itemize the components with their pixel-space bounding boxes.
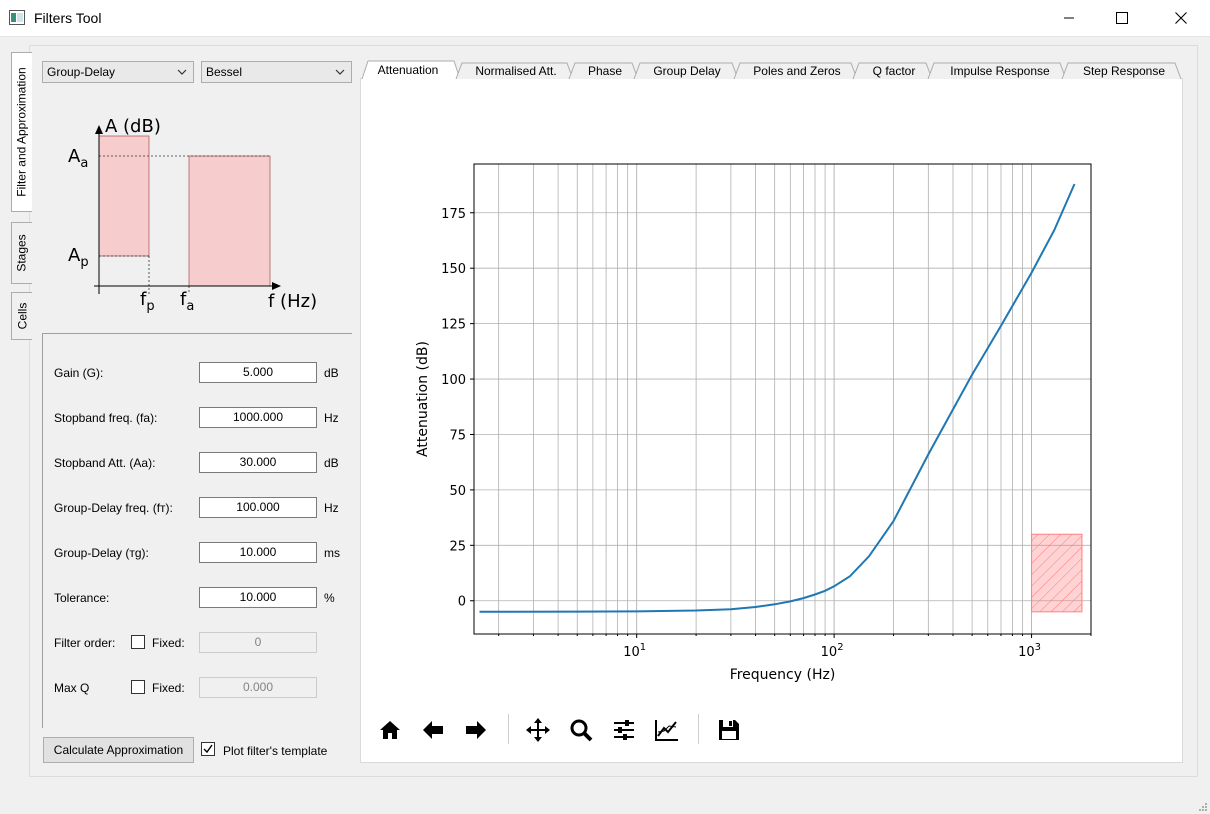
filter-order-fixed-label: Fixed: <box>152 636 185 650</box>
tab-impulse-response[interactable]: Impulse Response <box>934 63 1066 80</box>
group-delay-freq-input[interactable]: 100.000 <box>199 497 317 518</box>
tab-step-response[interactable]: Step Response <box>1068 63 1180 80</box>
window-app-icon <box>9 10 25 25</box>
filter-type-value: Group-Delay <box>47 65 116 79</box>
x-tick-label: 102 <box>821 642 844 660</box>
side-tab-label: Cells <box>15 302 30 330</box>
tab-phase[interactable]: Phase <box>574 63 636 80</box>
zoom-icon[interactable] <box>568 717 594 743</box>
passband-region <box>98 135 150 257</box>
edit-axis-icon[interactable] <box>654 717 680 743</box>
plot-template-checkbox[interactable] <box>201 742 215 756</box>
stopband-att-input[interactable]: 30.000 <box>199 452 317 473</box>
gain-label: Gain (G): <box>54 366 104 380</box>
tolerance-unit: % <box>324 591 335 605</box>
y-tick-label: 175 <box>441 207 466 222</box>
side-tab-stages[interactable]: Stages <box>11 222 32 284</box>
stopband-freq-input[interactable]: 1000.000 <box>199 407 317 428</box>
y-tick-label: 50 <box>449 484 466 499</box>
x-axis-title: Frequency (Hz) <box>730 667 836 683</box>
y-axis-title: Attenuation (dB) <box>415 341 431 457</box>
home-icon[interactable] <box>377 717 403 743</box>
minimize-icon <box>1064 17 1074 19</box>
y-axis-label: A (dB) <box>105 116 161 137</box>
side-tab-cells[interactable]: Cells <box>11 292 32 340</box>
tolerance-label: Tolerance: <box>54 591 110 605</box>
group-delay-unit: ms <box>324 546 340 560</box>
calculate-approximation-button[interactable]: Calculate Approximation <box>43 737 194 763</box>
stopband-region <box>188 155 271 287</box>
tab-attenuation[interactable]: Attenuation <box>366 62 450 79</box>
filter-order-fixed-checkbox[interactable] <box>131 635 145 649</box>
tolerance-input[interactable]: 10.000 <box>199 587 317 608</box>
y-tick-label: 25 <box>449 539 466 554</box>
max-q-input[interactable]: 0.000 <box>199 677 317 698</box>
attenuation-series-line <box>479 183 1076 613</box>
approximation-value: Bessel <box>206 65 243 79</box>
approximation-select[interactable]: Bessel <box>201 61 352 83</box>
group-delay-freq-unit: Hz <box>324 501 339 515</box>
x-axis-label: f (Hz) <box>268 291 317 312</box>
tab-q-factor[interactable]: Q factor <box>859 63 929 80</box>
template-diagram: A (dB) Aa Ap fp fa f (Hz) <box>68 116 317 314</box>
plot-template-label: Plot filter's template <box>223 744 328 758</box>
pan-icon[interactable] <box>525 717 551 743</box>
configure-subplots-icon[interactable] <box>611 717 637 743</box>
max-q-fixed-label: Fixed: <box>152 681 185 695</box>
side-tab-filter-approximation[interactable]: Filter and Approximation <box>11 52 32 212</box>
window-title: Filters Tool <box>34 10 102 26</box>
level-aa-label: Aa <box>68 146 88 171</box>
y-tick-label: 100 <box>441 373 466 388</box>
y-tick-label: 0 <box>458 595 466 610</box>
attenuation-chart: 0 25 50 75 100 125 150 175 101 102 103 Frequency … <box>415 163 1092 683</box>
y-tick-label: 75 <box>449 428 466 443</box>
side-tab-label: Stages <box>15 234 30 272</box>
chevron-down-icon <box>177 69 187 75</box>
max-q-fixed-checkbox[interactable] <box>131 680 145 694</box>
forward-icon[interactable] <box>463 717 489 743</box>
freq-fp-label: fp <box>140 289 155 314</box>
filter-order-input[interactable]: 0 <box>199 632 317 653</box>
template-hatch <box>1031 534 1082 612</box>
x-tick-label: 103 <box>1018 642 1041 660</box>
y-tick-label: 125 <box>441 318 466 333</box>
minimize-button[interactable] <box>1046 0 1092 36</box>
tab-poles-zeros[interactable]: Poles and Zeros <box>739 63 855 80</box>
close-icon <box>1175 12 1187 24</box>
maximize-button[interactable] <box>1099 0 1145 36</box>
save-icon[interactable] <box>716 717 742 743</box>
stopband-freq-unit: Hz <box>324 411 339 425</box>
side-tab-label: Filter and Approximation <box>15 67 29 197</box>
group-delay-input[interactable]: 10.000 <box>199 542 317 563</box>
resize-grip-icon[interactable] <box>1198 802 1208 812</box>
group-delay-label: Group-Delay (тg): <box>54 546 149 560</box>
checkmark-icon <box>203 744 213 754</box>
toolbar-separator <box>508 714 509 744</box>
close-button[interactable] <box>1158 0 1204 36</box>
maximize-icon <box>1116 12 1128 24</box>
toolbar-separator <box>698 714 699 744</box>
stopband-att-unit: dB <box>324 456 339 470</box>
group-delay-freq-label: Group-Delay freq. (fт): <box>54 501 173 515</box>
y-tick-label: 150 <box>441 262 466 277</box>
plot-frame <box>473 163 1092 635</box>
filter-type-select[interactable]: Group-Delay <box>42 61 194 83</box>
form-divider <box>42 333 352 334</box>
form-frame <box>42 333 43 728</box>
stopband-freq-label: Stopband freq. (fa): <box>54 411 158 425</box>
level-ap-label: Ap <box>68 245 89 270</box>
back-icon[interactable] <box>420 717 446 743</box>
tab-group-delay[interactable]: Group Delay <box>640 63 734 80</box>
filter-order-label: Filter order: <box>54 636 116 650</box>
max-q-label: Max Q <box>54 681 90 695</box>
title-bar: Filters Tool <box>0 0 1210 37</box>
gain-input[interactable]: 5.000 <box>199 362 317 383</box>
tab-normalised-att[interactable]: Normalised Att. <box>462 63 570 80</box>
freq-fa-label: fa <box>180 289 194 314</box>
x-tick-label: 101 <box>623 642 646 660</box>
chevron-down-icon <box>335 69 345 75</box>
gain-unit: dB <box>324 366 339 380</box>
stopband-att-label: Stopband Att. (Aa): <box>54 456 156 470</box>
